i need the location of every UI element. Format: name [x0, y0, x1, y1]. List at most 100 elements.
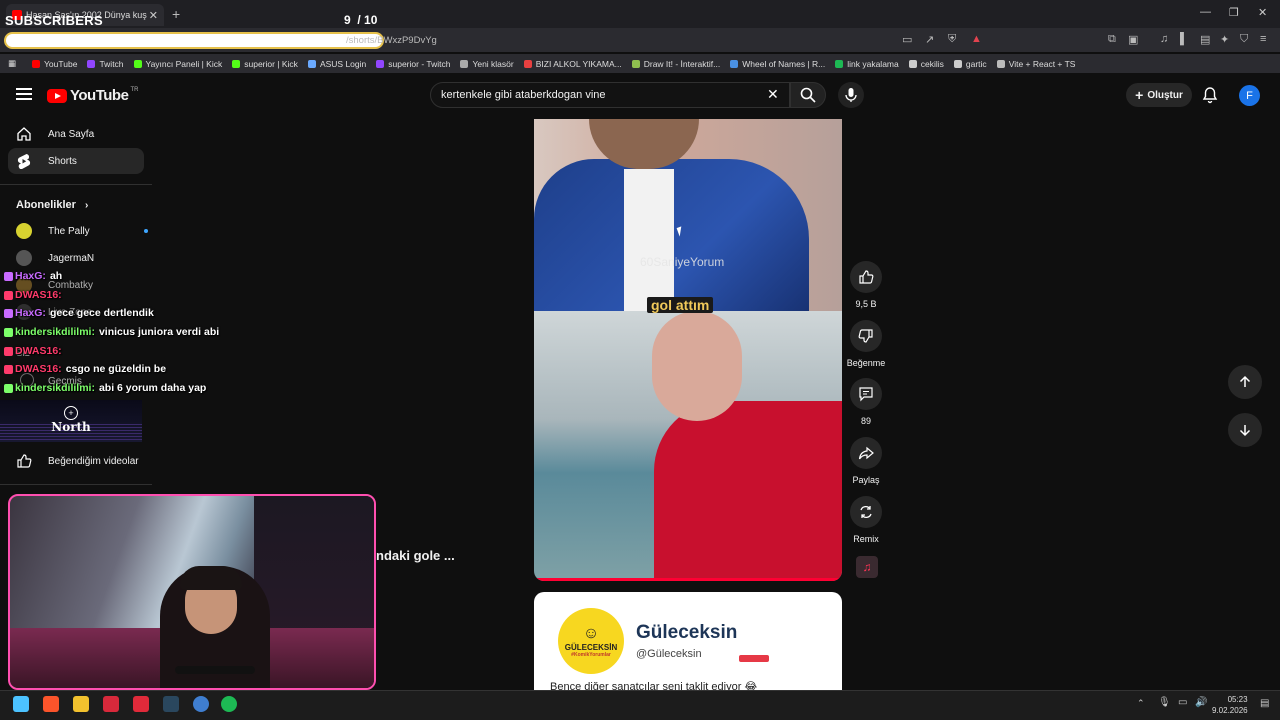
chat-message: kindersikdililmi: abi 6 yorum daha yap [4, 382, 206, 394]
bookmark-favicon-icon [87, 59, 96, 68]
spotify-icon[interactable] [221, 696, 237, 712]
wallet-icon[interactable]: ▤ [1200, 33, 1210, 46]
chat-username: HaxG: [15, 270, 46, 282]
bookmark-item[interactable]: cekilis [908, 59, 944, 69]
bookmark-item[interactable]: ASUS Login [307, 59, 366, 69]
chat-badge-icon [4, 290, 13, 300]
sidebar-item-label: Beğendiğim videolar [48, 455, 139, 467]
bookmark-favicon-icon [32, 59, 41, 68]
notifications-bell-icon[interactable] [1201, 86, 1219, 109]
new-tab-icon[interactable]: + [172, 6, 180, 22]
bookmark-item[interactable]: YouTube [32, 59, 77, 69]
tray-mic-icon[interactable]: 🎙 [1158, 697, 1171, 708]
steam-icon[interactable] [163, 696, 179, 712]
shorts-video-player[interactable]: 60SaniyeYorum gol attım [534, 119, 842, 581]
tray-chevron-icon[interactable]: ⌃ [1137, 698, 1145, 709]
remix-button[interactable]: Remix [848, 496, 884, 544]
minimize-icon[interactable]: — [1200, 6, 1211, 18]
bookmark-item[interactable]: Wheel of Names | R... [730, 59, 825, 69]
bookmark-item[interactable]: gartic [953, 59, 987, 69]
bookmark-item[interactable]: superior | Kick [232, 59, 298, 69]
sidebar-item-label: Ana Sayfa [48, 128, 95, 140]
bookmark-item[interactable]: BIZI ALKOL YIKAMA... [523, 59, 622, 69]
hamburger-menu-icon[interactable] [16, 88, 32, 100]
file-explorer-icon[interactable] [73, 696, 89, 712]
subscriptions-header[interactable]: Abonelikler › [16, 199, 88, 211]
sidebar-item-shorts[interactable]: Shorts [8, 148, 144, 174]
voice-search-button[interactable] [838, 82, 864, 108]
remix-icon [850, 496, 882, 528]
notification-center-icon[interactable]: ▤ [1260, 698, 1269, 709]
search-button[interactable] [790, 82, 826, 108]
dislike-button[interactable]: Beğenme [843, 320, 889, 368]
youtube-logo[interactable]: YouTube TR [47, 87, 138, 104]
brave-rewards-icon[interactable]: ▲ [971, 33, 982, 45]
obs-icon[interactable] [193, 696, 209, 712]
windows-start-icon[interactable] [13, 696, 29, 712]
bookmark-item[interactable]: Yayıncı Paneli | Kick [133, 59, 222, 69]
bookmark-favicon-icon [523, 59, 532, 68]
bookmark-favicon-icon [908, 59, 917, 68]
ai-icon[interactable]: ✦ [1220, 33, 1229, 46]
bookmark-item[interactable]: Draw It! - İnteraktif... [631, 59, 720, 69]
extensions-icon[interactable]: ⧉ [1108, 33, 1116, 46]
microphone-icon [845, 88, 857, 102]
screenshot-icon[interactable]: ▣ [1128, 33, 1138, 46]
url-bar[interactable] [4, 32, 384, 49]
sidebar-item-home[interactable]: Ana Sayfa [8, 121, 144, 147]
chat-message: HaxG: ah [4, 270, 62, 282]
video-title-fragment[interactable]: ndaki gole ... [376, 548, 455, 563]
clear-search-icon[interactable]: ✕ [767, 86, 779, 103]
bookmark-favicon-icon [232, 59, 241, 68]
windows-taskbar [0, 690, 1280, 720]
system-clock[interactable]: 05:23 9.02.2026 [1212, 694, 1248, 716]
thumbs-down-icon [850, 320, 882, 352]
dislike-label: Beğenme [846, 358, 886, 368]
remix-label: Remix [853, 534, 879, 544]
sidebar-toggle-icon[interactable]: ▌ [1180, 33, 1188, 45]
sound-thumbnail[interactable]: ♫ [856, 556, 878, 578]
video-progress-bar[interactable] [534, 578, 842, 581]
guleceksin-logo: ☺ GÜLECEKSİN #KomikYorumlar [558, 608, 624, 674]
next-short-preview[interactable]: ☺ GÜLECEKSİN #KomikYorumlar Güleceksin @… [534, 592, 842, 690]
cast-icon[interactable]: ▭ [902, 33, 912, 46]
bookmark-item[interactable]: link yakalama [835, 59, 899, 69]
channel-item[interactable]: The Pally [16, 223, 148, 239]
media-icon[interactable]: ♫ [1160, 33, 1168, 45]
create-button[interactable]: + Oluştur [1126, 83, 1192, 107]
account-avatar[interactable]: F [1239, 85, 1260, 106]
channel-item[interactable]: JagermaN [16, 250, 94, 266]
comments-button[interactable]: 89 [848, 378, 884, 426]
previous-short-button[interactable] [1228, 365, 1262, 399]
bookmark-item[interactable]: Twitch [87, 59, 124, 69]
bookmark-item[interactable]: Vite + React + TS [996, 59, 1075, 69]
bookmark-item[interactable]: Yeni klasör [460, 59, 514, 69]
chat-badge-icon [4, 327, 13, 337]
brave-shield-icon[interactable]: ⛨ [948, 33, 956, 46]
search-input[interactable]: kertenkele gibi ataberkdogan vine [430, 82, 790, 108]
comment-count: 89 [860, 416, 871, 426]
chat-badge-icon [4, 383, 13, 393]
sidebar-item-liked-videos[interactable]: Beğendiğim videolar [8, 448, 144, 474]
channel-handle: @Güleceksin [636, 648, 702, 660]
bookmark-item[interactable]: superior - Twitch [376, 59, 450, 69]
chat-text: ah [49, 270, 63, 282]
share-page-icon[interactable]: ↗ [925, 33, 934, 46]
next-short-button[interactable] [1228, 413, 1262, 447]
window-close-icon[interactable]: ✕ [1258, 6, 1267, 19]
apps-grid-icon[interactable]: ▦ [8, 58, 16, 69]
vpn-icon[interactable]: ⛉ [1240, 33, 1248, 46]
youtube-play-icon [47, 88, 67, 103]
like-button[interactable]: 9,5 B [848, 261, 884, 309]
app-taskbar-icon[interactable] [133, 696, 149, 712]
tab-close-icon[interactable]: ✕ [149, 9, 158, 22]
brave-taskbar-icon[interactable] [43, 696, 59, 712]
share-button[interactable]: Paylaş [848, 437, 884, 485]
maximize-icon[interactable]: ❐ [1229, 6, 1239, 19]
channel-avatar [16, 223, 32, 239]
menu-icon[interactable]: ≡ [1260, 33, 1266, 45]
network-icon[interactable]: ▭ [1178, 697, 1187, 708]
volume-icon[interactable]: 🔊 [1195, 697, 1207, 708]
chat-badge-icon [4, 364, 13, 374]
valorant-icon[interactable] [103, 696, 119, 712]
